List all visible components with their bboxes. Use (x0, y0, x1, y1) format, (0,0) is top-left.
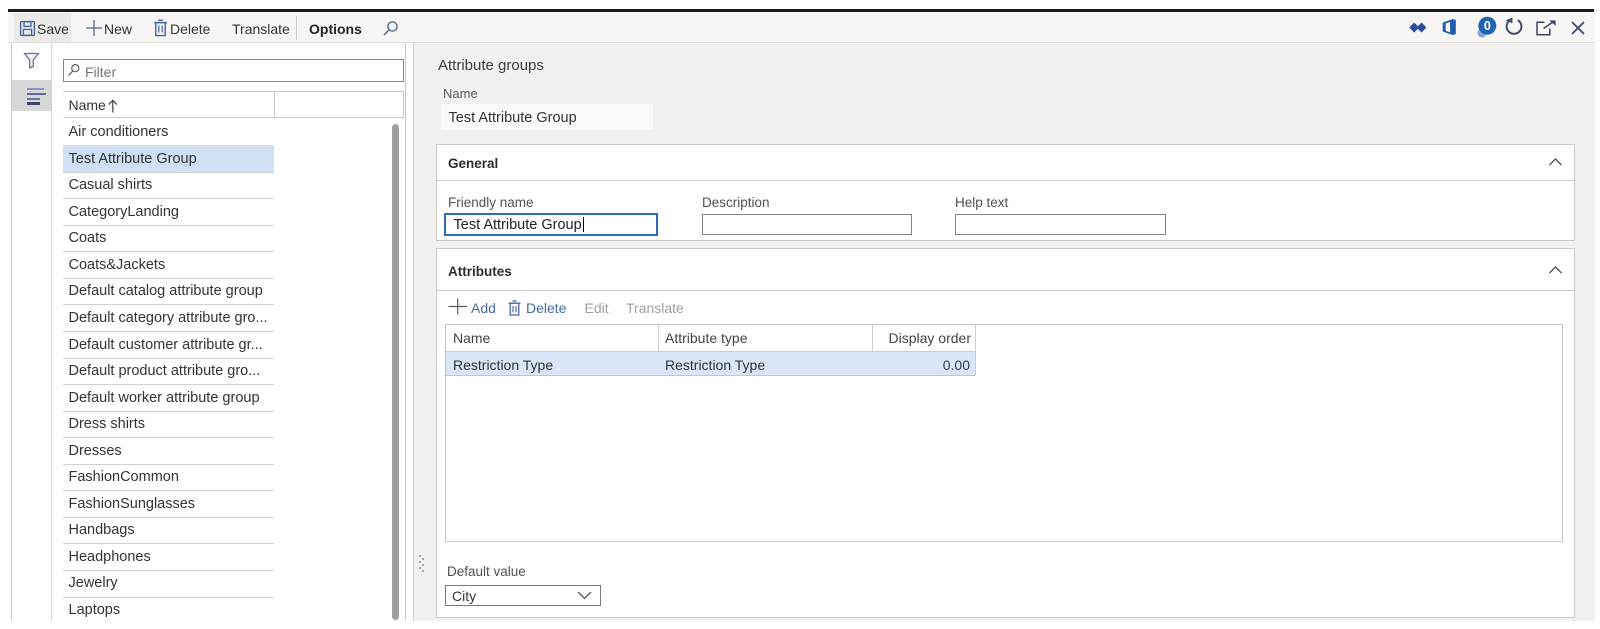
svg-text:0: 0 (1484, 19, 1491, 33)
